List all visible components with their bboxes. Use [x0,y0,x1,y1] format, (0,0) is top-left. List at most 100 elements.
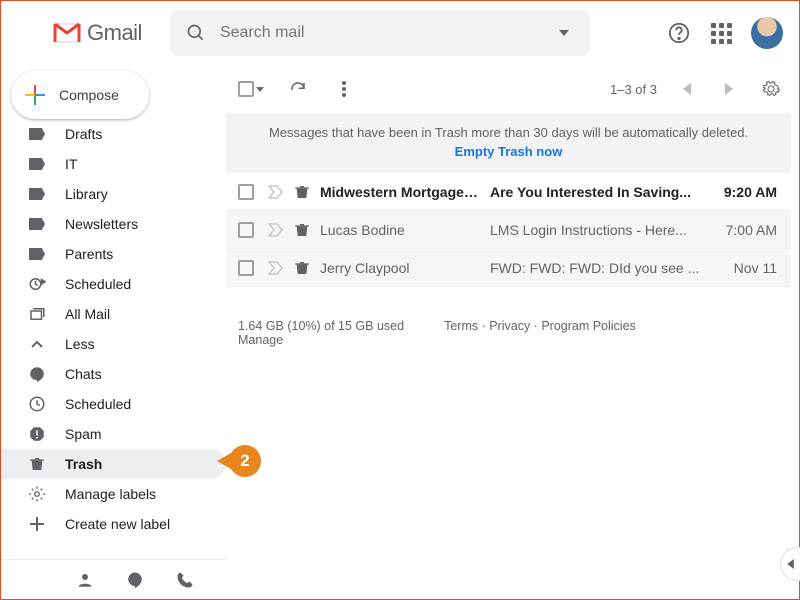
search-input[interactable] [220,24,540,42]
compose-button[interactable]: Compose [11,71,149,119]
contacts-icon[interactable] [73,568,97,592]
sidebar-item-create-new-label[interactable]: Create new label [1,509,226,539]
sidebar-item-scheduled[interactable]: Scheduled [1,269,226,299]
app-header: Gmail [1,1,799,65]
spam-icon [27,424,47,444]
clock-send-icon [27,274,47,294]
sidebar-item-label: Drafts [65,126,102,142]
trash-icon [294,184,310,200]
email-row[interactable]: Midwestern Mortgage andAre You Intereste… [226,173,791,211]
policies-link[interactable]: Program Policies [541,319,635,333]
settings-gear-icon[interactable] [759,77,783,101]
sidebar-item-trash[interactable]: Trash [1,449,226,479]
email-date: 7:00 AM [721,222,791,238]
sidebar-item-label: All Mail [65,306,110,322]
trash-icon [294,222,310,238]
select-all-checkbox[interactable] [238,81,264,97]
email-date: 9:20 AM [721,184,791,200]
label-icon [27,184,47,204]
clock-icon [27,394,47,414]
email-subject: LMS Login Instructions - Here... [480,222,721,238]
sidebar-item-all-mail[interactable]: All Mail [1,299,226,329]
annotation-number: 2 [229,445,261,477]
search-bar[interactable] [170,10,590,56]
important-marker-icon[interactable] [268,223,284,237]
important-marker-icon[interactable] [268,185,284,199]
sidebar-item-label: Create new label [65,516,170,532]
help-icon[interactable] [667,21,691,45]
compose-plus-icon [25,85,45,105]
sidebar: Compose Drafts ITLibrary Newsletters Parent… [1,65,226,561]
privacy-link[interactable]: Privacy [489,319,530,333]
next-page-icon[interactable] [717,77,741,101]
email-sender: Midwestern Mortgage and [320,184,480,200]
row-checkbox[interactable] [238,222,254,238]
row-checkbox[interactable] [238,260,254,276]
sidebar-item-label: Scheduled [65,396,131,412]
apps-grid-icon[interactable] [709,21,733,45]
sidebar-item-label: Scheduled [65,276,131,292]
label-icon [27,244,47,264]
more-icon[interactable] [332,77,356,101]
annotation-callout: 2 [217,445,261,477]
chevron-up-icon [27,334,47,354]
trash-icon [294,260,310,276]
stack-icon [27,304,47,324]
sidebar-item-spam[interactable]: Spam [1,419,226,449]
sidebar-item-scheduled[interactable]: Scheduled [1,389,226,419]
sidebar-item-label: Manage labels [65,486,156,502]
sidebar-item-it[interactable]: IT [1,149,226,179]
sidebar-item-chats[interactable]: Chats [1,359,226,389]
plus-icon [27,514,47,534]
sidebar-item-library[interactable]: Library [1,179,226,209]
trash-icon [27,454,47,474]
pagination-count: 1–3 of 3 [610,82,657,97]
label-icon [27,214,47,234]
sidebar-item-less[interactable]: Less [1,329,226,359]
important-marker-icon[interactable] [268,261,284,275]
email-sender: Lucas Bodine [320,222,480,238]
sidebar-item-label: Trash [65,456,102,472]
sidebar-item-newsletters[interactable]: Newsletters [1,209,226,239]
email-row[interactable]: Lucas BodineLMS Login Instructions - Her… [226,211,791,249]
storage-text: 1.64 GB (10%) of 15 GB used [238,319,404,333]
search-options-dropdown-icon[interactable] [552,21,576,45]
account-avatar[interactable] [751,17,783,49]
email-list: Midwestern Mortgage andAre You Intereste… [226,173,791,287]
side-panel-toggle[interactable] [780,547,800,581]
email-row[interactable]: Jerry ClaypoolFWD: FWD: FWD: DId you see… [226,249,791,287]
footer-info: 1.64 GB (10%) of 15 GB used Manage Terms… [226,319,799,347]
chat-icon [27,364,47,384]
refresh-icon[interactable] [286,77,310,101]
compose-label: Compose [59,87,119,103]
gmail-logo[interactable]: Gmail [53,20,142,46]
app-name: Gmail [87,20,142,46]
label-icon [27,154,47,174]
empty-trash-link[interactable]: Empty Trash now [455,144,563,159]
hangouts-icon[interactable] [123,568,147,592]
sidebar-item-label: Less [65,336,95,352]
sidebar-item-label: Newsletters [65,216,138,232]
list-toolbar: 1–3 of 3 [226,65,799,113]
sidebar-item-manage-labels[interactable]: Manage labels [1,479,226,509]
nav-list: Drafts ITLibrary Newsletters Parents Schedul… [1,119,226,539]
sidebar-item-label: Chats [65,366,102,382]
email-date: Nov 11 [721,260,791,276]
prev-page-icon[interactable] [675,77,699,101]
sidebar-item-parents[interactable]: Parents [1,239,226,269]
terms-link[interactable]: Terms [444,319,478,333]
row-checkbox[interactable] [238,184,254,200]
email-sender: Jerry Claypool [320,260,480,276]
hangouts-bar [1,559,226,599]
sidebar-item-drafts[interactable]: Drafts [1,119,226,149]
search-icon[interactable] [184,21,208,45]
trash-banner: Messages that have been in Trash more th… [226,113,791,173]
menu-icon[interactable] [17,21,41,45]
banner-text: Messages that have been in Trash more th… [238,125,779,140]
email-subject: Are You Interested In Saving... [480,184,721,200]
manage-storage-link[interactable]: Manage [238,333,283,347]
label-icon [27,124,47,144]
phone-icon[interactable] [173,568,197,592]
gmail-logo-mark [53,22,81,44]
main-pane: 1–3 of 3 Messages that have been in Tras… [226,65,799,561]
